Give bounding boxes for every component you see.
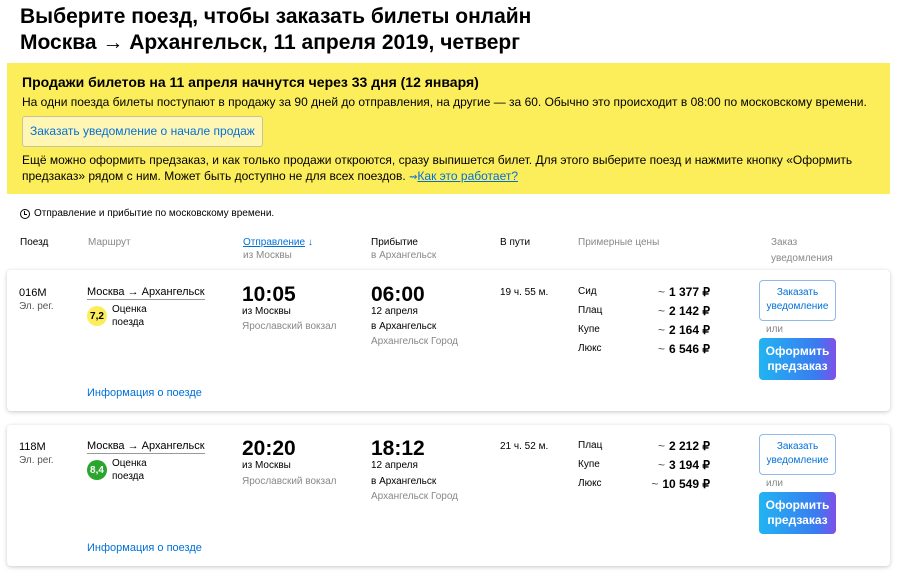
car-class: Сид <box>578 286 597 297</box>
arrival-label[interactable]: Прибытие <box>371 236 436 249</box>
train-rating[interactable]: 8,4 Оценка поезда <box>87 457 147 483</box>
rating-label-line-1: Оценка <box>112 304 147 315</box>
approx-sign: ~ <box>657 323 665 337</box>
notify-button[interactable]: Заказать уведомление <box>759 434 836 475</box>
notify-button-line-2: уведомление <box>766 301 829 312</box>
arrival-sub: в Архангельск <box>371 250 437 261</box>
notify-button[interactable]: Заказать уведомление <box>759 280 836 321</box>
departure-from: из Москвы <box>242 306 291 317</box>
sales-notice: Продажи билетов на 11 апреля начнутся че… <box>7 63 890 194</box>
departure-time: 20:20 <box>242 437 296 460</box>
column-header-arrival[interactable]: Прибытие в Архангельск <box>371 236 436 262</box>
column-header-prices: Примерные цены <box>578 237 660 248</box>
column-header-route: Маршрут <box>88 237 131 248</box>
arrival-to: в Архангельск <box>371 476 437 487</box>
price-value: 2 142 ₽ <box>669 304 710 318</box>
rating-label-line-2: поезда <box>112 471 145 482</box>
train-type: Эл. рег. <box>19 301 54 312</box>
approx-sign: ~ <box>657 304 665 318</box>
rating-label-line-1: Оценка <box>112 458 147 469</box>
notify-header-line-2: уведомления <box>771 253 833 264</box>
notice-text: На одни поезда билеты поступают в продаж… <box>22 95 867 109</box>
approx-sign: ~ <box>651 477 659 491</box>
clock-icon <box>20 208 30 219</box>
column-header-notify: Заказ уведомления <box>771 236 833 265</box>
departure-from: из Москвы <box>242 460 291 471</box>
arrival-station: Архангельск Город <box>371 491 458 502</box>
train-route[interactable]: Москва → Архангельск <box>87 440 205 454</box>
car-class: Люкс <box>578 343 602 354</box>
preorder-button-line-2: предзаказ <box>767 359 828 373</box>
price-value: 10 549 ₽ <box>662 477 710 491</box>
car-class: Купе <box>578 324 600 335</box>
train-info-link[interactable]: Информация о поезде <box>87 387 202 399</box>
car-class: Люкс <box>578 478 602 489</box>
travel-duration: 21 ч. 52 м. <box>500 441 549 452</box>
preorder-text: Ещё можно оформить предзаказ, и как толь… <box>22 152 875 186</box>
travel-duration: 19 ч. 55 м. <box>500 287 549 298</box>
price-value: 3 194 ₽ <box>669 458 710 472</box>
departure-station: Ярославский вокзал <box>242 321 337 332</box>
arrival-date: 12 апреля <box>371 460 418 471</box>
approx-sign: ~ <box>657 439 665 453</box>
arrival-to: в Архангельск <box>371 321 437 332</box>
notify-button-line-1: Заказать <box>776 287 819 298</box>
price-value: 6 546 ₽ <box>669 342 710 356</box>
price-value: 2 212 ₽ <box>669 439 710 453</box>
or-label: или <box>766 324 784 335</box>
rating-badge: 8,4 <box>87 460 107 480</box>
train-info-link[interactable]: Информация о поезде <box>87 542 202 554</box>
car-class: Плац <box>578 305 603 316</box>
preorder-button[interactable]: Оформить предзаказ <box>759 338 836 380</box>
sort-arrow-icon: ↓ <box>307 237 313 248</box>
car-class: Купе <box>578 459 600 470</box>
arrival-station: Архангельск Город <box>371 336 458 347</box>
train-number[interactable]: 118М <box>19 440 46 454</box>
arrival-time: 06:00 <box>371 283 425 306</box>
approx-sign: ~ <box>657 285 665 299</box>
timezone-note-text: Отправление и прибытие по московскому вр… <box>34 208 275 219</box>
page-title: Выберите поезд, чтобы заказать билеты он… <box>20 4 531 56</box>
departure-station: Ярославский вокзал <box>242 476 337 487</box>
or-label: или <box>766 478 784 489</box>
page-title-line-1: Выберите поезд, чтобы заказать билеты он… <box>20 5 532 28</box>
page-title-line-2: Москва → Архангельск, 11 апреля 2019, че… <box>20 31 520 54</box>
train-card[interactable]: 016М Эл. рег. Москва → Архангельск 7,2 О… <box>7 270 890 411</box>
rating-badge: 7,2 <box>87 306 107 326</box>
departure-time: 10:05 <box>242 283 296 306</box>
train-number[interactable]: 016М <box>19 286 47 300</box>
car-class: Плац <box>578 440 603 451</box>
approx-sign: ~ <box>657 342 665 356</box>
departure-sub: из Москвы <box>243 250 292 261</box>
notice-heading: Продажи билетов на 11 апреля начнутся че… <box>22 74 479 90</box>
arrival-date: 12 апреля <box>371 306 418 317</box>
preorder-button-line-1: Оформить <box>765 344 830 358</box>
column-header-train: Поезд <box>20 237 49 248</box>
notify-button-line-1: Заказать <box>776 441 819 452</box>
column-header-duration[interactable]: В пути <box>500 236 530 249</box>
notify-header-line-1: Заказ <box>771 237 798 248</box>
train-type: Эл. рег. <box>19 455 54 466</box>
train-route[interactable]: Москва → Архангельск <box>87 286 205 300</box>
preorder-button[interactable]: Оформить предзаказ <box>759 492 836 534</box>
price-value: 1 377 ₽ <box>669 285 710 299</box>
how-it-works-link[interactable]: Как это работает? <box>417 169 518 183</box>
rating-label: Оценка поезда <box>112 457 147 483</box>
preorder-button-line-1: Оформить <box>765 498 830 512</box>
arrival-time: 18:12 <box>371 437 425 460</box>
column-header-departure[interactable]: Отправление ↓ из Москвы <box>243 236 313 262</box>
notify-button-line-2: уведомление <box>766 455 829 466</box>
notify-sales-start-button[interactable]: Заказать уведомление о начале продаж <box>22 116 263 147</box>
train-rating[interactable]: 7,2 Оценка поезда <box>87 303 147 329</box>
preorder-button-line-2: предзаказ <box>767 513 828 527</box>
timezone-note: Отправление и прибытие по московскому вр… <box>20 208 274 219</box>
rating-label-line-2: поезда <box>112 317 145 328</box>
sort-departure-link[interactable]: Отправление <box>243 237 305 248</box>
approx-sign: ~ <box>657 458 665 472</box>
price-value: 2 164 ₽ <box>669 323 710 337</box>
train-card[interactable]: 118М Эл. рег. Москва → Архангельск 8,4 О… <box>7 425 890 566</box>
rating-label: Оценка поезда <box>112 303 147 329</box>
